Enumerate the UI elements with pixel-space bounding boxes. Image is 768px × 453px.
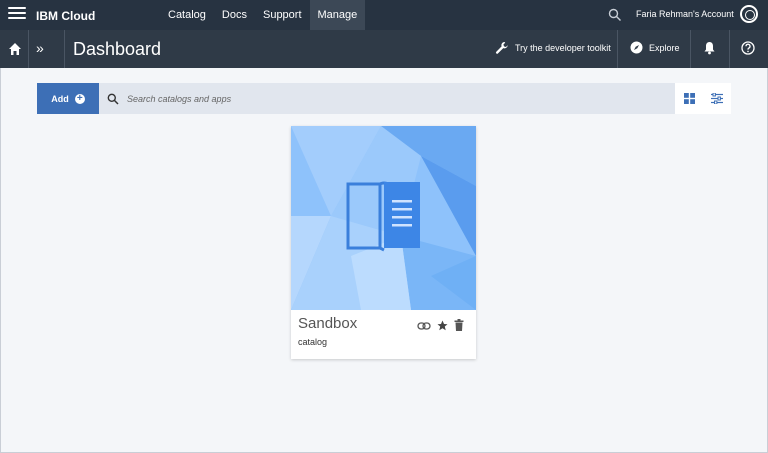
card-title: Sandbox [298,315,358,332]
star-icon[interactable] [437,318,448,336]
grid-view-icon [683,93,695,104]
open-book-icon [346,181,420,252]
compass-icon [630,41,643,54]
brand-name[interactable]: IBM Cloud [36,9,95,23]
nav-item-support[interactable]: Support [255,0,310,30]
nav-item-catalog[interactable]: Catalog [160,0,214,30]
search-input[interactable] [125,92,649,105]
sandbox-catalog-card[interactable]: Sandbox catalog [291,126,476,359]
nav-item-manage[interactable]: Manage [309,0,366,30]
search-icon[interactable] [608,8,622,22]
divider [64,30,65,68]
help-icon[interactable] [741,41,755,55]
search-icon [107,93,119,105]
divider [690,30,691,68]
trash-icon[interactable] [454,318,464,336]
link-icon[interactable] [417,318,431,336]
plus-icon: + [74,93,85,104]
add-button-label: Add [51,93,69,104]
developer-toolkit-label: Try the developer toolkit [515,43,611,53]
page-title: Dashboard [73,39,162,59]
user-avatar-icon[interactable] [740,5,758,23]
explore-button[interactable]: Explore [630,41,680,54]
bell-icon[interactable] [703,41,716,55]
wrench-icon [495,42,508,54]
sliders-icon [711,93,723,104]
double-chevron-right-icon[interactable]: » [36,41,44,55]
divider [28,30,29,68]
card-subtitle: catalog [298,337,328,347]
top-bar: IBM Cloud Catalog Docs Support Manage Fa… [0,0,768,30]
developer-toolkit-button[interactable]: Try the developer toolkit [495,41,611,55]
hamburger-menu-icon[interactable] [8,7,26,23]
grid-view-button[interactable] [675,83,703,114]
card-actions [417,318,470,336]
dashboard-toolbar: Add + [37,83,731,114]
explore-label: Explore [649,42,680,53]
top-nav: Catalog Docs Support Manage [160,0,366,30]
add-button[interactable]: Add + [37,83,99,114]
card-artwork [291,126,476,310]
divider [617,30,618,68]
search-bar[interactable] [99,83,675,114]
filter-settings-button[interactable] [703,83,731,114]
nav-item-docs[interactable]: Docs [214,0,255,30]
home-icon[interactable] [8,42,22,56]
page-header-bar: » Dashboard Try the developer toolkit Ex… [0,30,768,68]
divider [729,30,730,68]
account-switcher[interactable]: Faria Rehman's Account [636,9,734,19]
